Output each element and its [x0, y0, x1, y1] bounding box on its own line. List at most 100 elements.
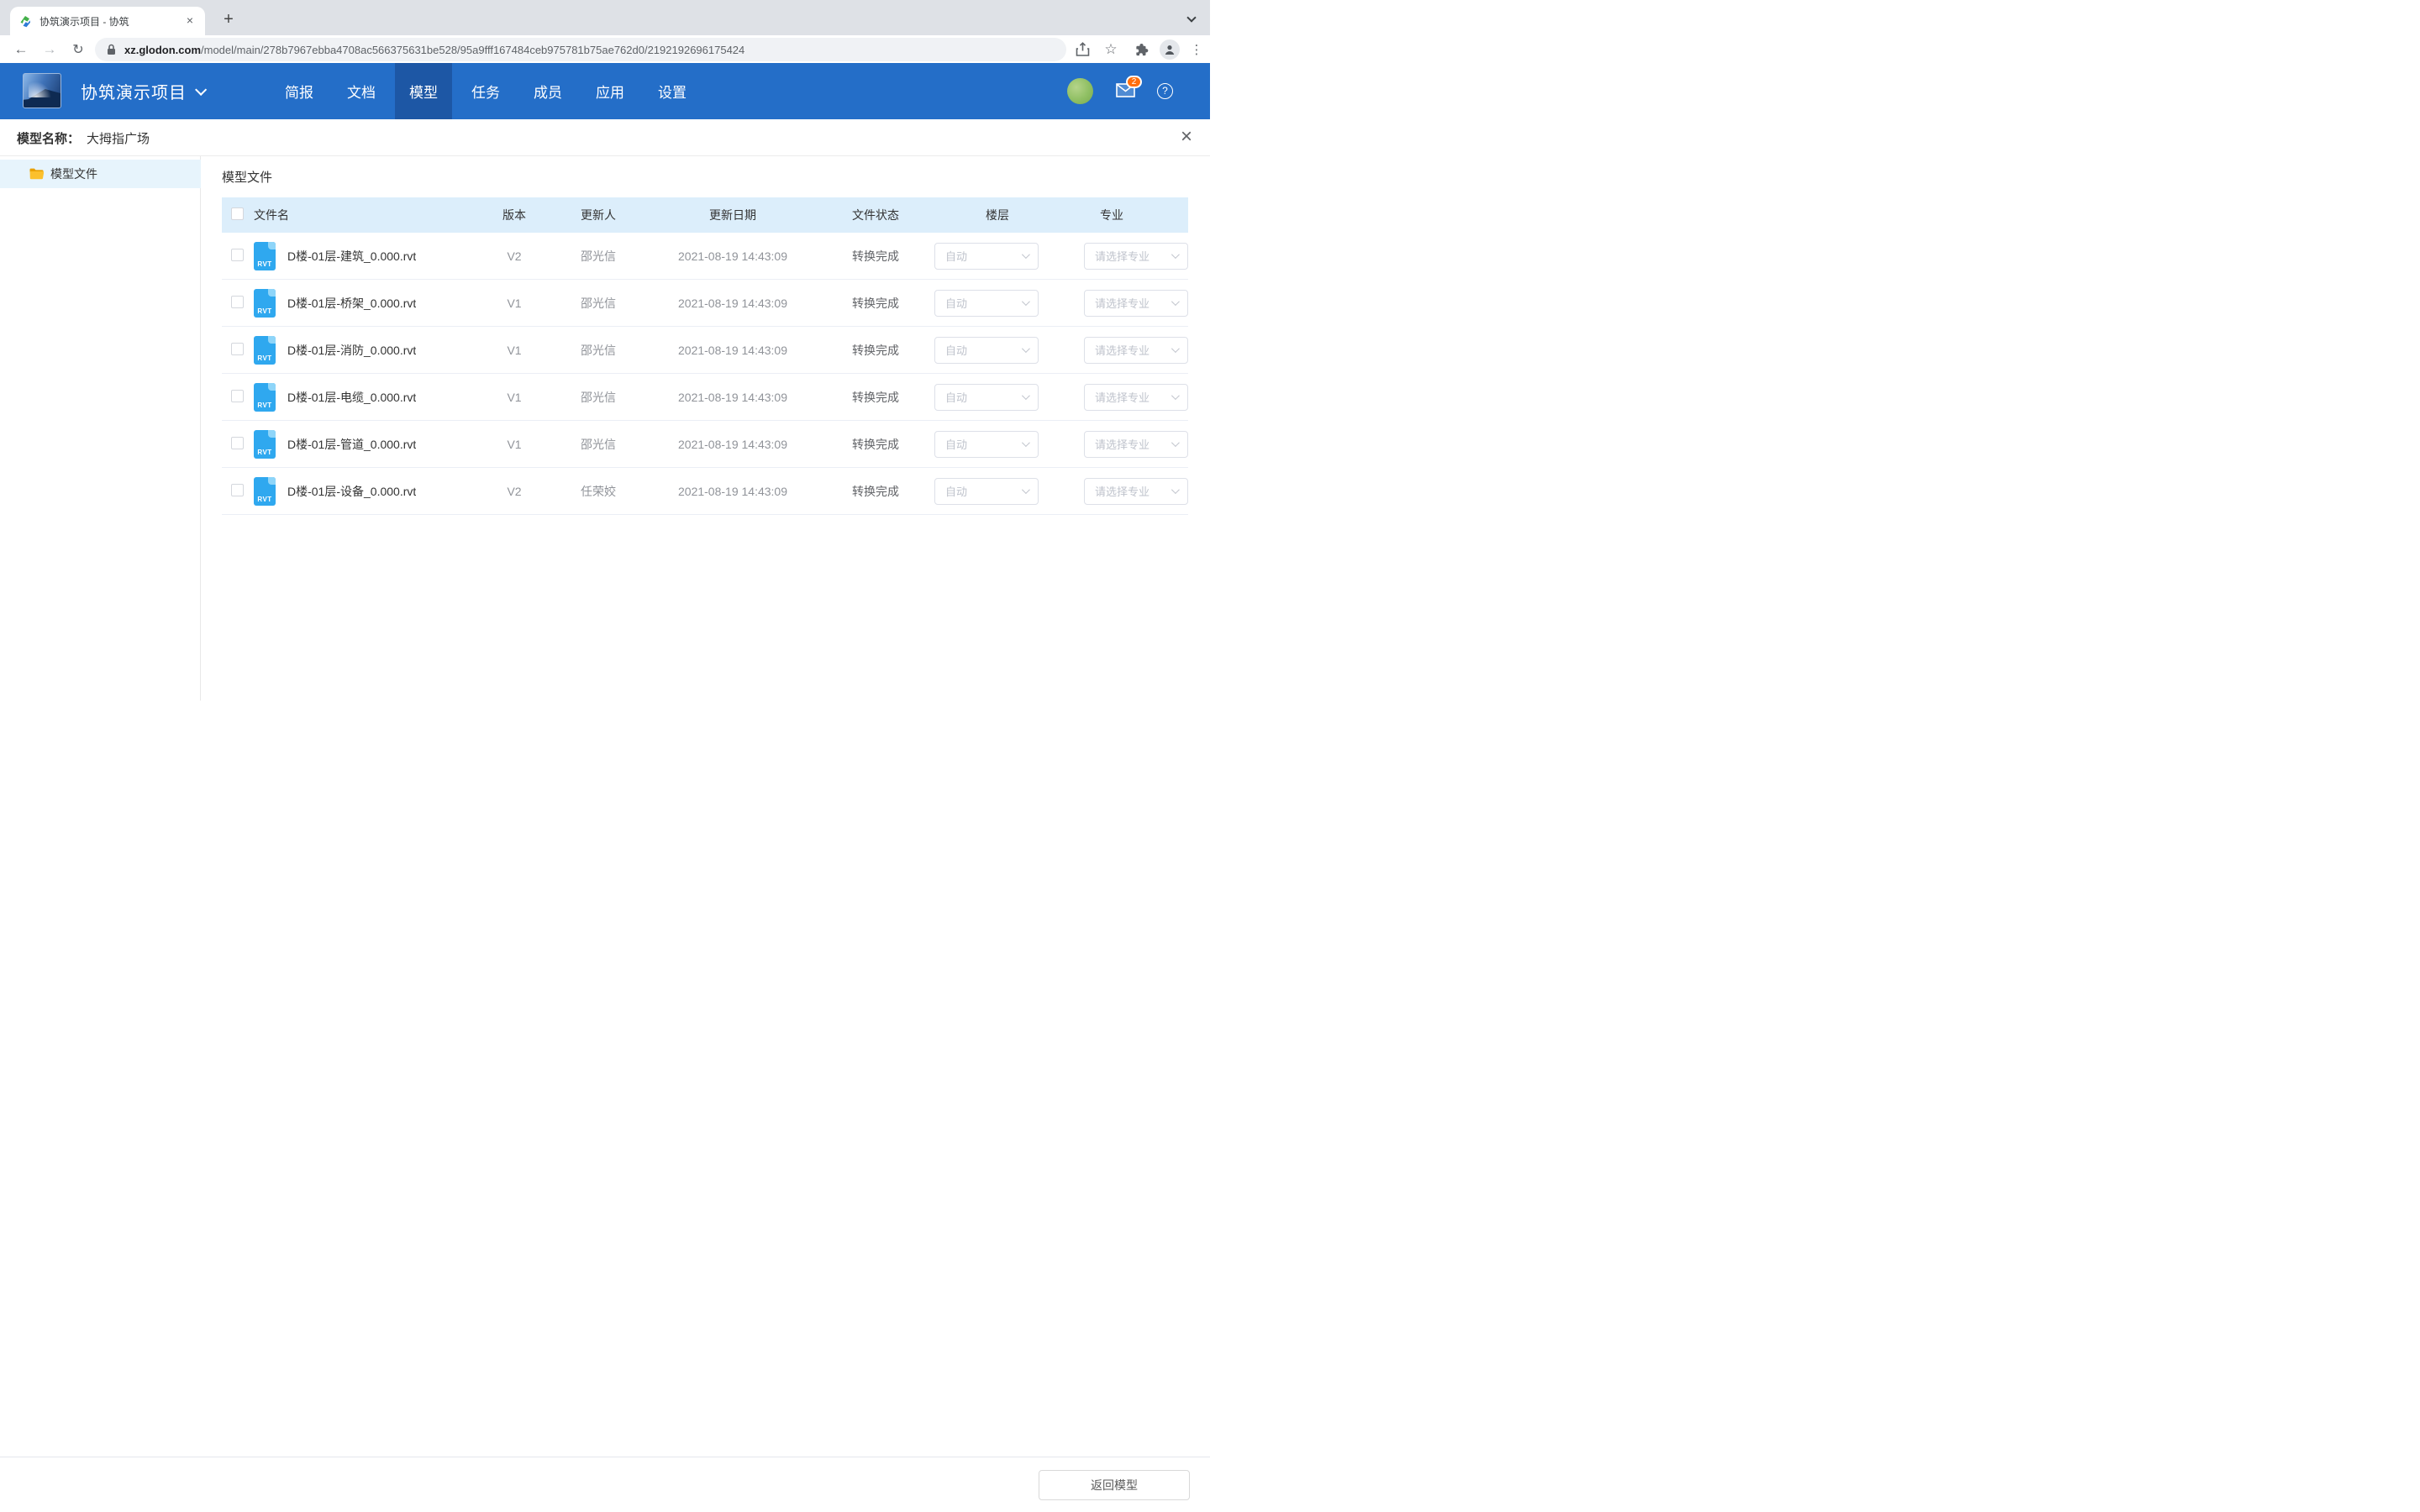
browser-tab[interactable]: 协筑演示项目 - 协筑 × — [10, 7, 205, 35]
row-checkbox[interactable] — [231, 437, 244, 449]
column-file-status: 文件状态 — [817, 207, 934, 223]
messages-button[interactable]: 2 — [1116, 83, 1138, 100]
sidebar-item-label: 模型文件 — [50, 165, 97, 182]
footer-bar: 返回模型 — [0, 1457, 1210, 1512]
file-name[interactable]: D楼-01层-电缆_0.000.rvt — [287, 389, 416, 406]
specialty-select[interactable]: 请选择专业 — [1084, 243, 1188, 270]
floor-select-value: 自动 — [945, 389, 967, 405]
specialty-select[interactable]: 请选择专业 — [1084, 431, 1188, 458]
nav-item-tasks[interactable]: 任务 — [457, 63, 514, 119]
new-tab-button[interactable]: + — [217, 8, 240, 31]
specialty-select-value: 请选择专业 — [1095, 342, 1150, 358]
share-icon[interactable] — [1072, 39, 1092, 60]
browser-profile-icon[interactable] — [1160, 39, 1180, 60]
column-specialty: 专业 — [1060, 207, 1188, 223]
chevron-down-icon — [195, 83, 207, 95]
tab-close-icon[interactable]: × — [183, 14, 197, 28]
row-checkbox[interactable] — [231, 484, 244, 496]
floor-select[interactable]: 自动 — [934, 431, 1039, 458]
browser-menu-icon[interactable]: ⋮ — [1186, 39, 1207, 60]
specialty-select-value: 请选择专业 — [1095, 295, 1150, 311]
rvt-file-icon: RVT — [254, 289, 276, 318]
file-updater: 邵光信 — [548, 248, 649, 265]
floor-select[interactable]: 自动 — [934, 384, 1039, 411]
select-all-checkbox[interactable] — [231, 207, 244, 220]
floor-select-value: 自动 — [945, 483, 967, 499]
floor-select[interactable]: 自动 — [934, 243, 1039, 270]
file-name[interactable]: D楼-01层-消防_0.000.rvt — [287, 342, 416, 359]
reload-button[interactable]: ↻ — [67, 39, 89, 60]
chevron-down-icon — [1022, 297, 1030, 306]
url-bar[interactable]: xz.glodon.com/model/main/278b7967ebba470… — [95, 38, 1066, 61]
file-updater: 邵光信 — [548, 295, 649, 312]
page-title: 模型文件 — [222, 168, 1188, 186]
file-update-date: 2021-08-19 14:43:09 — [649, 297, 817, 310]
table-row: RVT D楼-01层-消防_0.000.rvt V1 邵光信 2021-08-1… — [222, 327, 1188, 374]
file-name[interactable]: D楼-01层-建筑_0.000.rvt — [287, 248, 416, 265]
nav-item-briefing[interactable]: 简报 — [271, 63, 328, 119]
bookmark-star-icon[interactable]: ☆ — [1101, 39, 1121, 60]
file-status: 转换完成 — [817, 389, 934, 406]
table-row: RVT D楼-01层-管道_0.000.rvt V1 邵光信 2021-08-1… — [222, 421, 1188, 468]
table-row: RVT D楼-01层-建筑_0.000.rvt V2 邵光信 2021-08-1… — [222, 233, 1188, 280]
row-checkbox[interactable] — [231, 390, 244, 402]
url-path: /model/main/278b7967ebba4708ac566375631b… — [201, 44, 744, 56]
file-status: 转换完成 — [817, 436, 934, 453]
column-update-date: 更新日期 — [649, 207, 817, 223]
chevron-down-icon — [1022, 391, 1030, 400]
file-name[interactable]: D楼-01层-管道_0.000.rvt — [287, 436, 416, 453]
column-floor: 楼层 — [934, 207, 1060, 223]
row-checkbox[interactable] — [231, 296, 244, 308]
table-row: RVT D楼-01层-电缆_0.000.rvt V1 邵光信 2021-08-1… — [222, 374, 1188, 421]
specialty-select[interactable]: 请选择专业 — [1084, 337, 1188, 364]
specialty-select[interactable]: 请选择专业 — [1084, 384, 1188, 411]
file-name[interactable]: D楼-01层-桥架_0.000.rvt — [287, 295, 416, 312]
nav-item-documents[interactable]: 文档 — [333, 63, 390, 119]
tab-overflow-chevron-icon[interactable] — [1188, 14, 1198, 24]
return-to-model-button[interactable]: 返回模型 — [1039, 1470, 1190, 1500]
app-header: 协筑演示项目 简报 文档 模型 任务 成员 应用 设置 2 ? — [0, 63, 1210, 119]
file-version: V2 — [481, 485, 548, 498]
url-text: xz.glodon.com/model/main/278b7967ebba470… — [124, 44, 744, 56]
floor-select[interactable]: 自动 — [934, 478, 1039, 505]
specialty-select-value: 请选择专业 — [1095, 483, 1150, 499]
site-favicon — [18, 14, 32, 28]
help-icon[interactable]: ? — [1157, 83, 1173, 99]
rvt-file-icon: RVT — [254, 242, 276, 270]
nav-item-settings[interactable]: 设置 — [644, 63, 701, 119]
back-button[interactable]: ← — [10, 39, 32, 60]
extensions-puzzle-icon[interactable] — [1131, 39, 1151, 60]
chevron-down-icon — [1171, 486, 1180, 494]
nav-item-model[interactable]: 模型 — [395, 63, 452, 119]
column-version: 版本 — [481, 207, 548, 223]
file-name[interactable]: D楼-01层-设备_0.000.rvt — [287, 483, 416, 500]
file-status: 转换完成 — [817, 483, 934, 500]
file-version: V1 — [481, 297, 548, 310]
specialty-select[interactable]: 请选择专业 — [1084, 478, 1188, 505]
file-updater: 邵光信 — [548, 389, 649, 406]
table-body: RVT D楼-01层-建筑_0.000.rvt V2 邵光信 2021-08-1… — [222, 233, 1188, 515]
file-status: 转换完成 — [817, 248, 934, 265]
sidebar-item-model-files[interactable]: 模型文件 — [0, 160, 201, 188]
user-avatar[interactable] — [1067, 78, 1093, 104]
message-count-badge: 2 — [1126, 76, 1142, 88]
nav-item-members[interactable]: 成员 — [519, 63, 576, 119]
project-switcher[interactable]: 协筑演示项目 — [81, 63, 203, 119]
floor-select[interactable]: 自动 — [934, 290, 1039, 317]
floor-select-value: 自动 — [945, 436, 967, 452]
forward-button[interactable]: → — [39, 39, 60, 60]
chevron-down-icon — [1171, 250, 1180, 259]
nav-item-apps[interactable]: 应用 — [581, 63, 639, 119]
file-update-date: 2021-08-19 14:43:09 — [649, 485, 817, 498]
file-update-date: 2021-08-19 14:43:09 — [649, 438, 817, 451]
main-panel: 模型文件 文件名 版本 更新人 更新日期 文件状态 楼层 专业 RVT D楼-0… — [202, 156, 1210, 701]
file-version: V1 — [481, 344, 548, 357]
specialty-select[interactable]: 请选择专业 — [1084, 290, 1188, 317]
floor-select-value: 自动 — [945, 342, 967, 358]
rvt-file-icon: RVT — [254, 336, 276, 365]
row-checkbox[interactable] — [231, 249, 244, 261]
close-icon[interactable]: × — [1175, 125, 1198, 149]
floor-select[interactable]: 自动 — [934, 337, 1039, 364]
row-checkbox[interactable] — [231, 343, 244, 355]
model-file-table: 文件名 版本 更新人 更新日期 文件状态 楼层 专业 RVT D楼-01层-建筑… — [222, 197, 1188, 515]
